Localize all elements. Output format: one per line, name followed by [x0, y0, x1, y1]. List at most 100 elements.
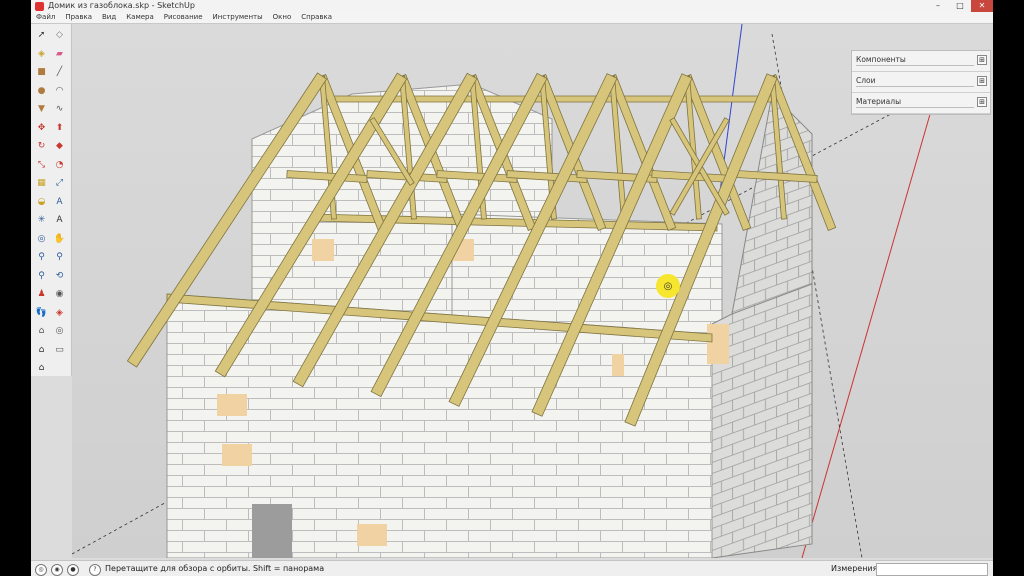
zoom-glyph: ⚲ — [38, 252, 45, 262]
component-icon[interactable]: ▭ — [52, 343, 67, 358]
zoom-icon[interactable]: ⚲ — [34, 250, 49, 265]
geolocation-icon[interactable]: ◎ — [35, 564, 47, 576]
insulation-patch — [612, 354, 624, 376]
move-icon[interactable]: ✥ — [34, 121, 49, 136]
3d-text-glyph: A — [56, 215, 63, 225]
text-icon[interactable]: A — [52, 195, 67, 210]
menu-window[interactable]: Окно — [268, 12, 297, 23]
tray-panel-layers[interactable]: Слои ⊞ — [852, 72, 990, 93]
help-icon[interactable]: ? — [89, 564, 101, 576]
warehouse-icon[interactable]: ⌂ — [34, 324, 49, 339]
measurements-label: Измерения — [831, 564, 878, 573]
freehand-glyph: ∿ — [55, 104, 64, 114]
tray-panel-materials[interactable]: Материалы ⊞ — [852, 93, 990, 114]
tray-panel-components[interactable]: Компоненты ⊞ — [852, 51, 990, 72]
share-model-glyph: ◎ — [55, 326, 64, 336]
zoom-window-icon[interactable]: ⚲ — [52, 250, 67, 265]
status-hint: Перетащите для обзора с орбиты. Shift = … — [105, 564, 325, 573]
window-title: Домик из газоблока.skp - SketchUp — [48, 1, 195, 10]
orbit-glyph: ◎ — [37, 233, 46, 244]
user-icon[interactable]: ● — [67, 564, 79, 576]
default-tray: Компоненты ⊞ Слои ⊞ Материалы ⊞ — [851, 50, 991, 115]
protractor-icon[interactable]: ◒ — [34, 195, 49, 210]
select-glyph: ➚ — [37, 30, 46, 40]
polygon-glyph: ▼ — [38, 104, 45, 114]
freehand-icon[interactable]: ∿ — [52, 102, 67, 117]
paint-bucket-icon[interactable]: ◈ — [34, 47, 49, 62]
sketchup-app-icon — [35, 2, 44, 11]
close-button[interactable]: ✕ — [971, 0, 993, 12]
orbit-icon[interactable]: ◎ — [34, 232, 49, 247]
previous-view-icon[interactable]: ⟲ — [52, 269, 67, 284]
house-glyph: ⌂ — [38, 344, 45, 355]
orbit-cursor-icon: ◎ — [656, 274, 680, 298]
axes-icon[interactable]: ✳ — [34, 213, 49, 228]
component-glyph: ▭ — [55, 344, 64, 355]
dimension-glyph: ⤢ — [55, 178, 64, 188]
menu-tools[interactable]: Инструменты — [208, 12, 268, 23]
push-pull-icon[interactable]: ⬆ — [52, 121, 67, 136]
menu-edit[interactable]: Правка — [60, 12, 97, 23]
rectangle-icon[interactable]: ■ — [34, 65, 49, 80]
rectangle-glyph: ■ — [37, 67, 46, 77]
circle-glyph: ● — [37, 85, 46, 96]
model-viewport[interactable]: Компоненты ⊞ Слои ⊞ Материалы ⊞ ◎ — [72, 24, 993, 558]
menu-view[interactable]: Вид — [97, 12, 121, 23]
expand-icon[interactable]: ⊞ — [977, 76, 987, 86]
eraser-glyph: ◇ — [56, 30, 63, 40]
eraser-pink-icon[interactable]: ▰ — [52, 47, 67, 62]
rotate-glyph: ↻ — [37, 141, 46, 151]
house-icon[interactable]: ⌂ — [34, 343, 49, 358]
dimension-icon[interactable]: ⤢ — [52, 176, 67, 191]
credits-icon[interactable]: ◉ — [51, 564, 63, 576]
menu-draw[interactable]: Рисование — [159, 12, 208, 23]
look-around-icon[interactable]: ◉ — [52, 287, 67, 302]
menu-camera[interactable]: Камера — [121, 12, 159, 23]
extension-icon[interactable]: ⌂ — [34, 361, 49, 376]
text-glyph: A — [56, 196, 63, 207]
red-axis-line — [801, 89, 938, 558]
scale-icon[interactable]: ⤡ — [34, 158, 49, 173]
eraser-pink-glyph: ▰ — [56, 48, 63, 59]
insulation-patch — [312, 239, 334, 261]
minimize-button[interactable]: – — [927, 0, 949, 12]
walk-icon[interactable]: 👣 — [34, 306, 49, 321]
divider — [856, 86, 974, 87]
menu-file[interactable]: Файл — [31, 12, 60, 23]
position-camera-icon[interactable]: ♟ — [34, 287, 49, 302]
menu-help[interactable]: Справка — [296, 12, 337, 23]
zoom-extents-icon[interactable]: ⚲ — [34, 269, 49, 284]
position-camera-glyph: ♟ — [37, 289, 46, 299]
eraser-icon[interactable]: ◇ — [52, 28, 67, 43]
tape-measure-glyph: ▦ — [37, 178, 46, 188]
maximize-button[interactable]: □ — [949, 0, 971, 12]
measurements-input[interactable] — [876, 563, 988, 576]
tray-panel-label: Компоненты — [856, 55, 906, 64]
arc-glyph: ◠ — [55, 85, 64, 96]
polygon-icon[interactable]: ▼ — [34, 102, 49, 117]
offset-icon[interactable]: ◔ — [52, 158, 67, 173]
circle-icon[interactable]: ● — [34, 84, 49, 99]
arc-icon[interactable]: ◠ — [52, 84, 67, 99]
pan-icon[interactable]: ✋ — [52, 232, 67, 247]
expand-icon[interactable]: ⊞ — [977, 55, 987, 65]
section-plane-icon[interactable]: ◈ — [52, 306, 67, 321]
window-opening — [252, 504, 292, 558]
pan-glyph: ✋ — [53, 233, 66, 244]
right-gable-wall — [731, 92, 813, 315]
previous-view-glyph: ⟲ — [55, 270, 64, 281]
share-model-icon[interactable]: ◎ — [52, 324, 67, 339]
follow-me-icon[interactable]: ◆ — [52, 139, 67, 154]
expand-icon[interactable]: ⊞ — [977, 97, 987, 107]
tray-panel-label: Материалы — [856, 97, 901, 106]
rotate-icon[interactable]: ↻ — [34, 139, 49, 154]
select-icon[interactable]: ➚ — [34, 28, 49, 43]
warehouse-glyph: ⌂ — [38, 326, 45, 336]
tape-measure-icon[interactable]: ▦ — [34, 176, 49, 191]
large-tool-set-toolbar: ➚ ◇ ◈ ▰ ■ ╱ ● ◠ ▼ ∿ ✥ ⬆ ↻ ◆ ⤡ ◔ ▦ ⤢ ◒ A ✳ A ◎ ✋ ⚲ ⚲ ⚲ ⟲ ♟ ◉ 👣 ◈ ⌂ ◎ ⌂ ▭ ⌂ — [31, 24, 72, 376]
pencil-icon[interactable]: ╱ — [52, 65, 67, 80]
divider — [856, 107, 974, 108]
zoom-extents-glyph: ⚲ — [38, 270, 45, 281]
3d-text-icon[interactable]: A — [52, 213, 67, 228]
paint-bucket-glyph: ◈ — [38, 48, 45, 59]
